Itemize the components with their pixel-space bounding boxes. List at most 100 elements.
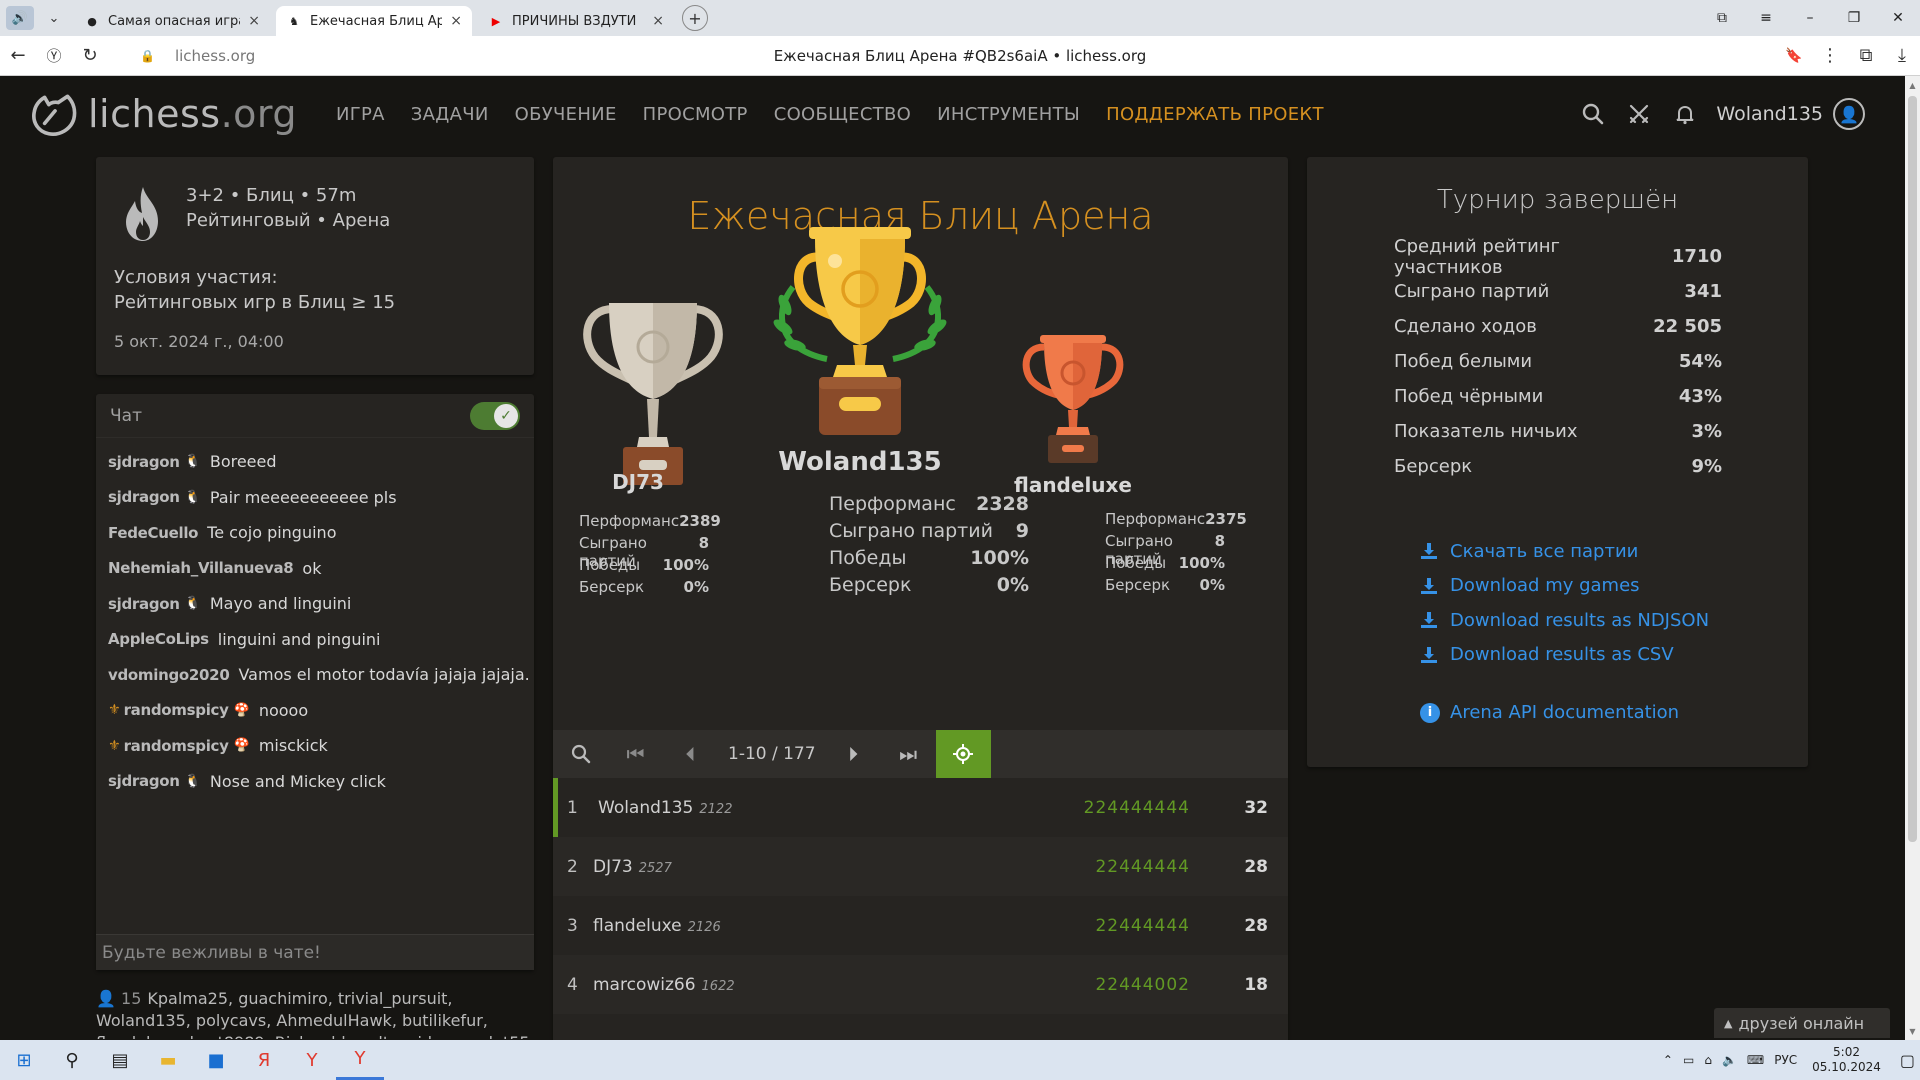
nav-community[interactable]: СООБЩЕСТВО — [774, 104, 911, 125]
download-link[interactable]: Download results as NDJSON — [1420, 603, 1808, 638]
store-icon[interactable]: ■ — [192, 1040, 240, 1080]
player-name: DJ73 — [593, 856, 633, 877]
standing-rank: 2 — [567, 856, 578, 877]
tournament-result-panel: Турнир завершён Средний рейтинг участник… — [1307, 157, 1808, 767]
nav-watch[interactable]: ПРОСМОТР — [643, 104, 748, 125]
chat-text: Nose and Mickey click — [209, 771, 386, 791]
back-icon[interactable]: ← — [0, 40, 36, 72]
standing-player[interactable]: Woland135 2122 — [598, 798, 838, 818]
network-icon[interactable]: ⌂ — [1704, 1053, 1712, 1067]
sound-icon[interactable]: 🔊 — [6, 6, 34, 30]
chat-username[interactable]: sjdragon — [108, 772, 180, 790]
bookmarks-icon[interactable]: ⧉ — [1700, 0, 1744, 36]
scroll-thumb[interactable] — [1908, 96, 1917, 842]
close-tab-icon[interactable]: × — [248, 13, 260, 29]
notifications-bell-icon[interactable] — [1662, 103, 1708, 125]
task-view-icon[interactable]: ▤ — [96, 1040, 144, 1080]
more-icon[interactable]: ⋮ — [1812, 40, 1848, 72]
menu-icon[interactable]: ≡ — [1744, 0, 1788, 36]
close-window-icon[interactable]: ✕ — [1876, 0, 1920, 36]
file-explorer-icon[interactable]: ▬ — [144, 1040, 192, 1080]
downloads-icon[interactable]: ⤓ — [1884, 40, 1920, 72]
table-row[interactable]: 2 DJ73 2527 22444444 28 — [553, 837, 1288, 896]
url-field[interactable]: 🔒 lichess.org Ежечасная Блиц Арена #QB2s… — [140, 42, 1780, 70]
chat-username[interactable]: AppleCoLips — [108, 630, 209, 648]
first-page-icon[interactable]: ⏮ — [608, 730, 663, 778]
chat-username[interactable]: FedeCuello — [108, 524, 198, 542]
friends-online-box[interactable]: ▲ друзей онлайн — [1714, 1008, 1890, 1038]
language-indicator[interactable]: РУС — [1774, 1053, 1797, 1067]
window-controls: ⧉ ≡ – ❐ ✕ — [1700, 0, 1920, 36]
scroll-down-icon[interactable]: ▼ — [1905, 1024, 1920, 1038]
nav-puzzles[interactable]: ЗАДАЧИ — [411, 104, 489, 125]
nav-learn[interactable]: ОБУЧЕНИЕ — [515, 104, 617, 125]
collections-icon[interactable]: ⧉ — [1848, 40, 1884, 72]
download-link[interactable]: Download results as CSV — [1420, 638, 1808, 673]
nav-donate[interactable]: ПОДДЕРЖАТЬ ПРОЕКТ — [1106, 104, 1324, 125]
keyboard-icon[interactable]: ⌨ — [1747, 1053, 1764, 1067]
user-flair-icon: 🐧 — [184, 454, 201, 470]
table-row[interactable]: 3 flandeluxe 2126 22444444 28 — [553, 896, 1288, 955]
prev-page-icon[interactable]: ⏴ — [663, 730, 718, 778]
minimize-icon[interactable]: – — [1788, 0, 1832, 36]
browser-tab-2[interactable]: ♞ Ежечасная Блиц Арена × — [276, 6, 472, 36]
user-menu[interactable]: Woland135 — [1716, 103, 1823, 125]
chat-toggle[interactable]: ✓ — [470, 401, 520, 430]
notifications-icon[interactable]: ▢ — [1900, 1051, 1915, 1070]
search-icon[interactable]: ⚲ — [48, 1040, 96, 1080]
chat-message: sjdragon 🐧 Nose and Mickey click — [108, 764, 534, 800]
table-row[interactable]: 1 Woland135 2122 224444444 32 — [553, 778, 1288, 837]
tray-chevron-icon[interactable]: ⌃ — [1663, 1053, 1673, 1067]
search-player-icon[interactable] — [553, 730, 608, 778]
battery-icon[interactable]: ▭ — [1683, 1053, 1694, 1067]
chat-input[interactable]: Будьте вежливы в чате! — [96, 934, 534, 970]
api-docs-link[interactable]: i Arena API documentation — [1420, 702, 1808, 723]
chat-username[interactable]: sjdragon — [108, 488, 180, 506]
yandex-browser-active-icon[interactable]: Y — [336, 1040, 384, 1080]
podium-second-name[interactable]: DJ73 — [573, 470, 703, 494]
yandex-icon[interactable]: Ⓨ — [36, 40, 72, 72]
reload-icon[interactable]: ↻ — [72, 40, 108, 72]
chat-username[interactable]: sjdragon — [108, 595, 180, 613]
chat-panel: Чат ✓ sjdragon 🐧 Boreeed sjdragon 🐧 Pair meee… — [96, 394, 534, 970]
download-link[interactable]: Скачать все партии — [1420, 534, 1808, 569]
nav-tools[interactable]: ИНСТРУМЕНТЫ — [937, 104, 1080, 125]
site-logo[interactable]: lichess.org — [28, 88, 297, 140]
new-tab-button[interactable]: + — [682, 5, 708, 31]
podium-first-name[interactable]: Woland135 — [765, 447, 955, 477]
chat-username[interactable]: Nehemiah_Villanueva8 — [108, 559, 294, 577]
bookmark-icon[interactable]: 🔖 — [1776, 40, 1812, 72]
tab-title: Ежечасная Блиц Арена — [310, 13, 443, 29]
browser-tab-3[interactable]: ▶ ПРИЧИНЫ ВЗДУТИ × — [478, 6, 674, 36]
next-page-icon[interactable]: ⏵ — [826, 730, 881, 778]
table-row[interactable]: 4 marcowiz66 1622 22444002 18 — [553, 955, 1288, 1014]
user-avatar-icon[interactable]: 👤 — [1833, 98, 1865, 130]
my-position-button[interactable] — [935, 730, 991, 778]
standing-player[interactable]: marcowiz66 1622 — [593, 975, 833, 995]
maximize-icon[interactable]: ❐ — [1832, 0, 1876, 36]
download-link[interactable]: Download my games — [1420, 569, 1808, 604]
chat-username[interactable]: sjdragon — [108, 453, 180, 471]
nav-play[interactable]: ИГРА — [336, 104, 385, 125]
scroll-up-icon[interactable]: ▲ — [1905, 78, 1920, 92]
yandex-app-icon[interactable]: Я — [240, 1040, 288, 1080]
last-page-icon[interactable]: ⏭ — [881, 730, 936, 778]
clock[interactable]: 5:02 05.10.2024 — [1812, 1045, 1881, 1075]
challenge-swords-icon[interactable] — [1616, 103, 1662, 125]
close-tab-icon[interactable]: × — [450, 13, 462, 29]
standing-player[interactable]: flandeluxe 2126 — [593, 916, 833, 936]
download-label: Download my games — [1450, 575, 1640, 597]
browser-tab-1[interactable]: ● Самая опасная игра (1-2 × — [74, 6, 270, 36]
standing-score: 28 — [1244, 915, 1268, 936]
search-icon[interactable] — [1570, 103, 1616, 125]
standing-player[interactable]: DJ73 2527 — [593, 857, 833, 877]
tabs-menu-icon[interactable]: ⌄ — [40, 6, 68, 30]
chat-username[interactable]: randomspicy — [124, 737, 229, 755]
chat-username[interactable]: vdomingo2020 — [108, 666, 230, 684]
yandex-browser-icon[interactable]: Y — [288, 1040, 336, 1080]
chat-username[interactable]: randomspicy — [124, 701, 229, 719]
page-scrollbar[interactable]: ▲ ▼ — [1905, 76, 1920, 1040]
close-tab-icon[interactable]: × — [652, 13, 664, 29]
volume-icon[interactable]: 🔈 — [1722, 1053, 1737, 1067]
windows-start-icon[interactable]: ⊞ — [0, 1040, 48, 1080]
